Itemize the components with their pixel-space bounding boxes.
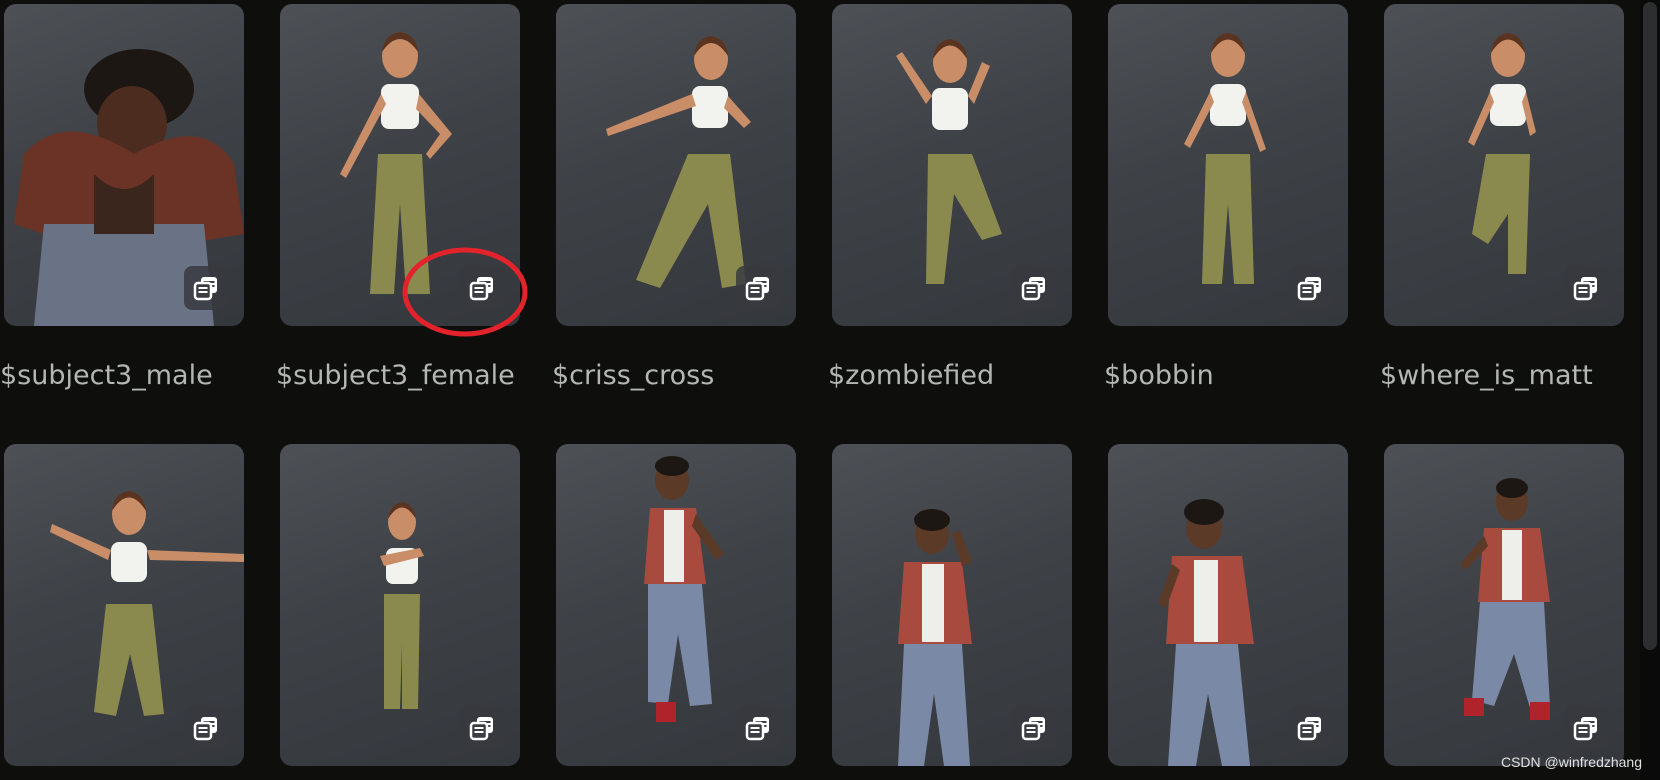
gif-card[interactable]	[1384, 444, 1624, 766]
gif-card[interactable]	[4, 444, 244, 766]
copy-button[interactable]	[1564, 706, 1608, 750]
gif-card[interactable]	[1108, 4, 1348, 326]
gif-card[interactable]	[832, 4, 1072, 326]
copy-button[interactable]	[1012, 706, 1056, 750]
copy-button[interactable]	[460, 266, 504, 310]
copy-icon	[1573, 277, 1597, 301]
watermark-text: CSDN @winfredzhang	[1500, 754, 1642, 770]
gif-grid: $subject3_male $subject3_female $criss_c…	[0, 0, 1640, 780]
copy-button[interactable]	[1012, 266, 1056, 310]
copy-button[interactable]	[736, 706, 780, 750]
gif-card[interactable]	[832, 444, 1072, 766]
gif-label[interactable]: $bobbin	[1104, 356, 1214, 396]
gif-card[interactable]	[4, 4, 244, 326]
scrollbar-thumb[interactable]	[1643, 2, 1657, 650]
gif-card[interactable]	[280, 444, 520, 766]
copy-button[interactable]	[184, 706, 228, 750]
copy-button[interactable]	[1288, 706, 1332, 750]
copy-button[interactable]	[460, 706, 504, 750]
gif-label[interactable]: $subject3_male	[0, 356, 213, 396]
copy-icon	[745, 277, 769, 301]
copy-button[interactable]	[736, 266, 780, 310]
copy-icon	[193, 277, 217, 301]
copy-button[interactable]	[1288, 266, 1332, 310]
gif-card[interactable]	[280, 4, 520, 326]
gif-card[interactable]	[556, 4, 796, 326]
copy-icon	[1573, 717, 1597, 741]
copy-icon	[1297, 717, 1321, 741]
copy-icon	[1021, 277, 1045, 301]
copy-icon	[193, 717, 217, 741]
gif-card[interactable]	[556, 444, 796, 766]
copy-icon	[1297, 277, 1321, 301]
copy-button[interactable]	[1564, 266, 1608, 310]
copy-icon	[469, 277, 493, 301]
gif-label[interactable]: $zombiefied	[828, 356, 994, 396]
gif-label[interactable]: $criss_cross	[552, 356, 714, 396]
gif-label[interactable]: $subject3_female	[276, 356, 515, 396]
copy-button[interactable]	[184, 266, 228, 310]
copy-icon	[469, 717, 493, 741]
gif-card[interactable]	[1384, 4, 1624, 326]
copy-icon	[745, 717, 769, 741]
gif-card[interactable]	[1108, 444, 1348, 766]
copy-icon	[1021, 717, 1045, 741]
gif-label[interactable]: $where_is_matt	[1380, 356, 1593, 396]
